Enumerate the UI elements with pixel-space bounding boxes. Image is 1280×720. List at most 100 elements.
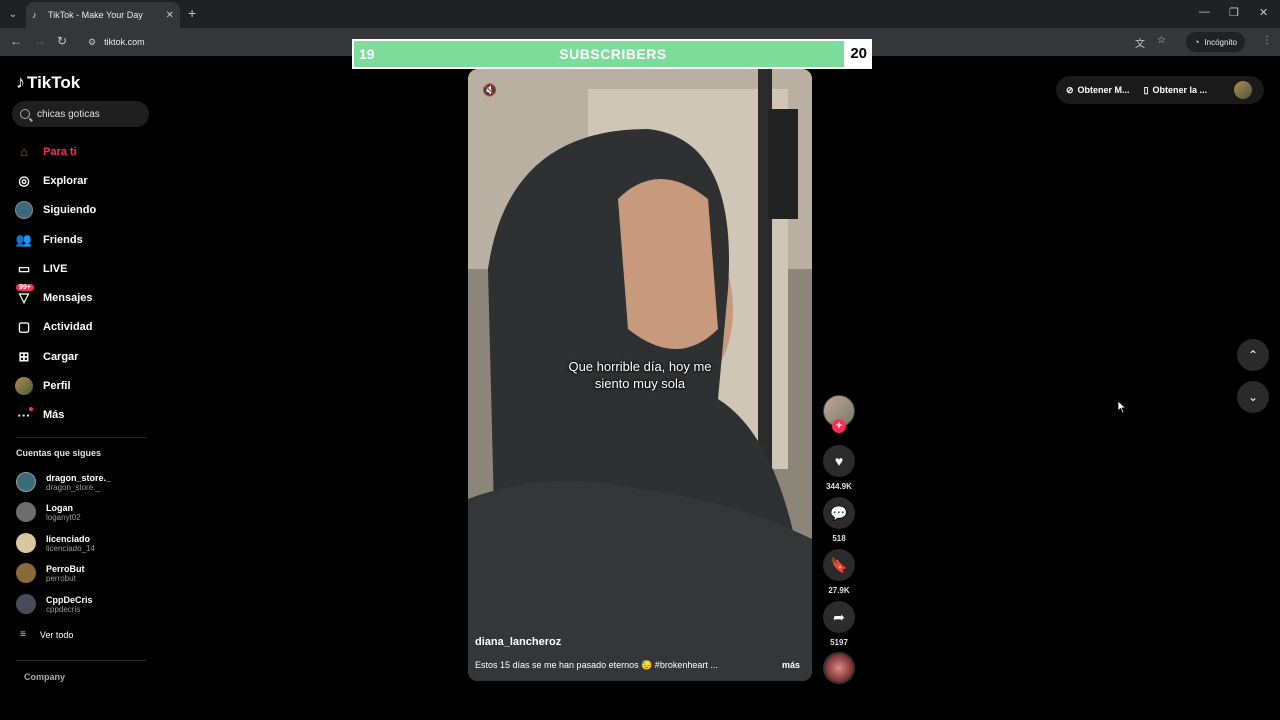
following-avatar-icon (14, 200, 34, 220)
sidebar-divider (16, 660, 146, 661)
sidebar-item-actividad[interactable]: ▢ Actividad (14, 313, 150, 342)
logo-text: TikTok (27, 72, 81, 92)
profile-avatar-icon (14, 376, 34, 396)
get-app-button[interactable]: ▯ Obtener la ... (1144, 85, 1207, 96)
live-tv-icon: ▭ (17, 260, 31, 276)
account-handle: perrobut (46, 573, 76, 583)
incognito-indicator[interactable]: ◔ Incógnito (1186, 32, 1245, 52)
sidebar-item-label: Actividad (43, 321, 93, 334)
see-all-link[interactable]: ≡ Ver todo (20, 629, 73, 640)
chevron-up-icon: ⌃ (1247, 348, 1259, 362)
sidebar-item-label: Más (43, 409, 65, 422)
forward-icon[interactable]: → (34, 34, 46, 48)
follow-plus-icon[interactable]: + (832, 419, 846, 433)
following-accounts-title: Cuentas que sigues (16, 448, 102, 458)
share-arrow-icon: ➦ (833, 608, 845, 625)
restore-icon[interactable]: ❐ (1229, 6, 1239, 19)
sidebar-item-siguiendo[interactable]: Siguiendo (14, 196, 150, 225)
back-icon[interactable]: ← (10, 34, 22, 48)
tab-search-icon[interactable]: ⌄ (4, 5, 22, 23)
search-value: chicas goticas (37, 108, 100, 120)
like-button[interactable]: ♥ (823, 445, 855, 477)
music-disc[interactable] (823, 652, 855, 684)
avatar (16, 594, 36, 614)
share-count: 5197 (830, 638, 848, 647)
reload-icon[interactable]: ↻ (57, 34, 67, 48)
site-info-icon[interactable]: ⚙ (88, 37, 96, 48)
tab-title: TikTok - Make Your Day (48, 10, 143, 20)
tiktok-logo[interactable]: ♪ TikTok (16, 72, 80, 93)
get-coins-button[interactable]: ⊘ Obtener M... (1066, 85, 1130, 96)
like-count: 344.9K (826, 482, 852, 491)
sidebar-item-label: Perfil (43, 380, 71, 393)
sidebar-item-explorar[interactable]: ◎ Explorar (14, 166, 150, 195)
user-avatar[interactable] (1234, 81, 1252, 99)
followed-account[interactable]: licenciado licenciado_14 (16, 530, 95, 556)
compass-icon: ◎ (18, 172, 30, 188)
friends-icon: 👥 (15, 231, 33, 247)
account-name: PerroBut (46, 563, 85, 574)
sidebar-item-label: Siguiendo (43, 204, 97, 217)
account-handle: loganyt02 (46, 512, 81, 522)
sidebar-item-mensajes[interactable]: ▽ 99+ Mensajes (14, 283, 150, 312)
incognito-label: Incógnito (1204, 37, 1237, 47)
chevron-down-icon: ⌄ (1247, 390, 1259, 404)
comment-count: 518 (832, 534, 846, 543)
url-text: tiktok.com (104, 37, 145, 47)
heart-icon: ♥ (834, 453, 844, 469)
browser-tab-bar: ⌄ ♪ TikTok - Make Your Day ✕ + — ❐ ✕ (0, 0, 1280, 28)
account-handle: licenciado_14 (46, 543, 95, 553)
video-author[interactable]: diana_lancheroz (475, 636, 561, 648)
sidebar-divider (16, 437, 146, 438)
top-actions-bar: ⊘ Obtener M... ▯ Obtener la ... (1056, 76, 1264, 104)
see-all-label: Ver todo (39, 629, 74, 640)
comment-button[interactable]: 💬 (823, 497, 855, 529)
company-link[interactable]: Company (24, 672, 65, 682)
window-close-icon[interactable]: ✕ (1259, 6, 1268, 19)
sidebar-item-label: Para ti (43, 145, 77, 158)
bookmark-star-icon[interactable]: ☆ (1157, 35, 1166, 46)
messages-icon: ▽ (19, 290, 29, 306)
browser-menu-icon[interactable]: ⋮ (1262, 35, 1272, 46)
coin-icon: ⊘ (1066, 84, 1074, 95)
more-link[interactable]: más (782, 660, 800, 670)
sidebar-item-cargar[interactable]: ⊞ Cargar (14, 342, 150, 371)
followed-account[interactable]: dragon_store._ dragon_store._ (16, 469, 111, 495)
new-tab-icon[interactable]: + (188, 5, 196, 21)
sidebar-item-para-ti[interactable]: ⌂ Para ti (14, 137, 150, 166)
share-button[interactable]: ➦ (823, 601, 855, 633)
sidebar-item-label: Explorar (43, 174, 88, 187)
followed-account[interactable]: Logan loganyt02 (16, 499, 81, 525)
previous-video-button[interactable]: ⌃ (1237, 339, 1269, 371)
sidebar-item-perfil[interactable]: Perfil (14, 371, 150, 400)
muted-speaker-icon[interactable]: 🔇 (482, 83, 497, 97)
sidebar-item-mas[interactable]: ··· Más (14, 401, 150, 430)
followed-account[interactable]: CppDeCris cppdecris (16, 591, 93, 617)
tab-close-icon[interactable]: ✕ (166, 10, 174, 21)
save-button[interactable]: 🔖 (823, 549, 855, 581)
account-handle: dragon_store._ (46, 482, 100, 492)
upload-icon: ⊞ (18, 348, 30, 364)
next-video-button[interactable]: ⌄ (1237, 381, 1269, 413)
get-app-label: Obtener la ... (1152, 85, 1208, 95)
avatar (16, 563, 36, 583)
video-description: Estos 15 días se me han pasado eternos 😓… (475, 660, 718, 670)
sidebar-item-live[interactable]: ▭ LIVE (14, 254, 150, 283)
bookmark-icon: 🔖 (830, 556, 848, 573)
get-coins-label: Obtener M... (1077, 85, 1130, 95)
incognito-icon: ◔ (1194, 37, 1200, 47)
avatar (16, 472, 36, 492)
followed-account[interactable]: PerroBut perrobut (16, 560, 85, 586)
translate-icon[interactable]: 文 (1135, 35, 1145, 50)
minimize-icon[interactable]: — (1199, 6, 1210, 18)
browser-tab[interactable]: ♪ TikTok - Make Your Day ✕ (26, 2, 180, 28)
caption-line: Que horrible día, hoy me (568, 359, 712, 374)
avatar (16, 502, 36, 522)
video-player[interactable]: 🔇 Que horrible día, hoy me siento muy so… (468, 69, 812, 681)
subscribers-label: SUBSCRIBERS (559, 46, 667, 62)
caption-line: siento muy sola (594, 376, 686, 391)
search-input[interactable]: chicas goticas (12, 101, 149, 127)
sidebar-item-friends[interactable]: 👥 Friends (14, 225, 150, 254)
sidebar-item-label: Friends (43, 233, 83, 246)
list-icon: ≡ (20, 629, 26, 640)
